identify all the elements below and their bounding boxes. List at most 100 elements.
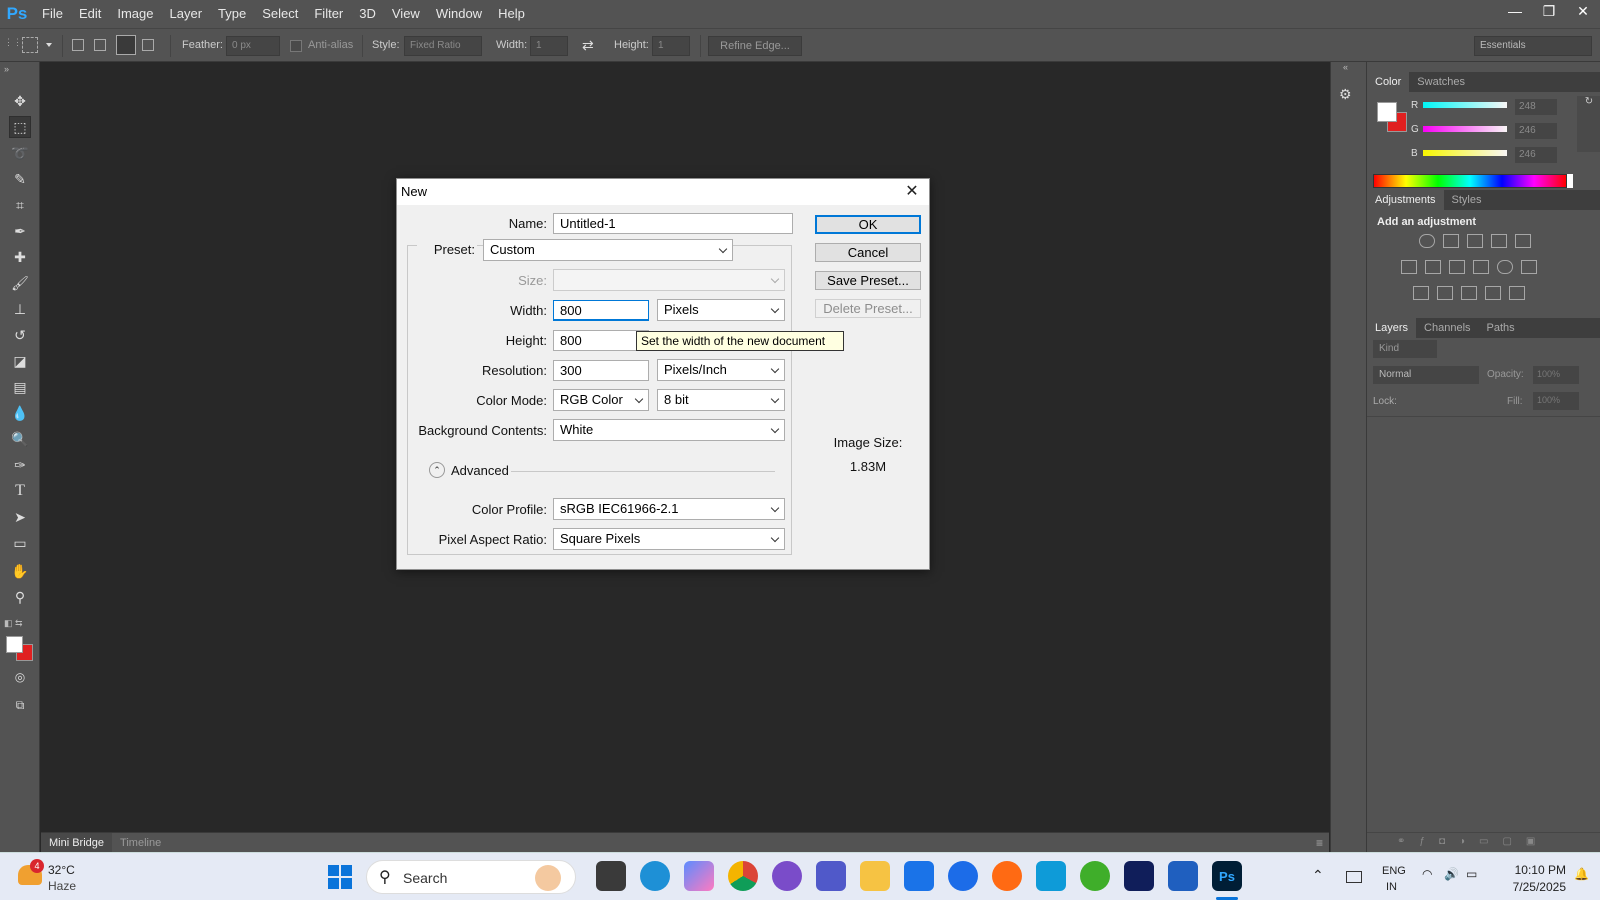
menu-type[interactable]: Type bbox=[210, 0, 254, 28]
antialias-checkbox[interactable] bbox=[290, 40, 302, 52]
threshold-icon[interactable] bbox=[1461, 286, 1477, 300]
tab-paths[interactable]: Paths bbox=[1479, 318, 1523, 338]
name-field[interactable]: Untitled-1 bbox=[553, 213, 793, 234]
exposure-icon[interactable] bbox=[1491, 234, 1507, 248]
layers-footer-icons[interactable]: ⚭ƒ◘◑▭▢▣ bbox=[1367, 832, 1600, 852]
menu-select[interactable]: Select bbox=[254, 0, 306, 28]
tab-channels[interactable]: Channels bbox=[1416, 318, 1478, 338]
zoom-tool-icon[interactable]: ⚲ bbox=[9, 586, 31, 608]
brush-tool-icon[interactable]: 🖌 bbox=[9, 272, 31, 294]
curves-icon[interactable] bbox=[1467, 234, 1483, 248]
language-primary[interactable]: ENG bbox=[1382, 865, 1406, 877]
height-input[interactable]: 1 bbox=[652, 36, 690, 56]
close-window-button[interactable]: ✕ bbox=[1566, 0, 1600, 22]
edge-icon[interactable] bbox=[640, 861, 670, 891]
feather-input[interactable]: 0 px bbox=[226, 36, 280, 56]
wifi-icon[interactable]: ◠ bbox=[1422, 867, 1432, 881]
facebook-app-icon[interactable] bbox=[1036, 861, 1066, 891]
start-button[interactable] bbox=[328, 865, 352, 889]
color-mode-select[interactable]: RGB Color bbox=[553, 389, 649, 411]
restore-button[interactable]: ❐ bbox=[1532, 0, 1566, 22]
white-ramp[interactable] bbox=[1567, 174, 1573, 188]
cancel-button[interactable]: Cancel bbox=[815, 243, 921, 262]
bit-depth-select[interactable]: 8 bit bbox=[657, 389, 785, 411]
g-value[interactable]: 246 bbox=[1515, 123, 1557, 139]
clock-date[interactable]: 7/25/2025 bbox=[1496, 880, 1566, 894]
gradient-map-icon[interactable] bbox=[1509, 286, 1525, 300]
resolution-field[interactable]: 300 bbox=[553, 360, 649, 381]
chevron-down-icon[interactable] bbox=[46, 43, 52, 47]
chrome-icon[interactable] bbox=[728, 861, 758, 891]
resolution-unit-select[interactable]: Pixels/Inch bbox=[657, 359, 785, 381]
crop-tool-icon[interactable]: ⌗ bbox=[9, 194, 31, 216]
lasso-tool-icon[interactable]: ➰ bbox=[9, 142, 31, 164]
app-icon[interactable] bbox=[1124, 861, 1154, 891]
taskbar-search[interactable]: ⚲ Search bbox=[366, 860, 576, 894]
tab-timeline[interactable]: Timeline bbox=[112, 833, 169, 853]
tab-adjustments[interactable]: Adjustments bbox=[1367, 190, 1444, 210]
gradient-tool-icon[interactable]: ▤ bbox=[9, 376, 31, 398]
dodge-tool-icon[interactable]: 🔍 bbox=[9, 428, 31, 450]
kind-filter-select[interactable]: Kind bbox=[1373, 340, 1437, 358]
language-secondary[interactable]: IN bbox=[1386, 881, 1397, 893]
clone-stamp-tool-icon[interactable]: ⊥ bbox=[9, 298, 31, 320]
black-white-icon[interactable] bbox=[1449, 260, 1465, 274]
quick-mask-icon[interactable]: ◎ bbox=[9, 666, 31, 688]
copilot-icon[interactable] bbox=[684, 861, 714, 891]
width-unit-select[interactable]: Pixels bbox=[657, 299, 785, 321]
close-icon[interactable]: ✕ bbox=[901, 181, 923, 203]
healing-brush-tool-icon[interactable]: ✚ bbox=[9, 246, 31, 268]
word-icon[interactable] bbox=[1168, 861, 1198, 891]
hue-saturation-icon[interactable] bbox=[1401, 260, 1417, 274]
width-field[interactable]: 800 bbox=[553, 300, 649, 321]
floating-panel-icon[interactable]: ↻ bbox=[1577, 96, 1600, 152]
photoshop-taskbar-icon[interactable]: Ps bbox=[1212, 861, 1242, 891]
screen-mode-icon[interactable]: ⧉ bbox=[9, 694, 31, 716]
levels-icon[interactable] bbox=[1443, 234, 1459, 248]
hand-tool-icon[interactable]: ✋ bbox=[9, 560, 31, 582]
foreground-color-swatch[interactable] bbox=[6, 636, 23, 653]
color-profile-select[interactable]: sRGB IEC61966-2.1 bbox=[553, 498, 785, 520]
subtract-selection-icon[interactable] bbox=[116, 35, 136, 55]
battery-icon[interactable]: ▭ bbox=[1466, 867, 1477, 881]
preset-select[interactable]: Custom bbox=[483, 239, 733, 261]
collapse-icon[interactable]: » bbox=[4, 64, 9, 74]
menu-view[interactable]: View bbox=[384, 0, 428, 28]
selective-color-icon[interactable] bbox=[1485, 286, 1501, 300]
default-colors-icon[interactable]: ◧ ⇆ bbox=[4, 618, 23, 629]
ok-button[interactable]: OK bbox=[815, 215, 921, 234]
tab-layers[interactable]: Layers bbox=[1367, 318, 1417, 338]
tab-color[interactable]: Color bbox=[1367, 72, 1410, 92]
brightness-icon[interactable] bbox=[1419, 234, 1435, 248]
channel-mixer-icon[interactable] bbox=[1497, 260, 1513, 274]
opacity-input[interactable]: 100% bbox=[1533, 366, 1579, 384]
browser-icon[interactable] bbox=[948, 861, 978, 891]
panel-menu-icon[interactable]: ≡ bbox=[1316, 836, 1329, 850]
vibrance-icon[interactable] bbox=[1515, 234, 1531, 248]
intersect-selection-icon[interactable] bbox=[142, 39, 154, 51]
vpn-icon[interactable] bbox=[772, 861, 802, 891]
teams-icon[interactable] bbox=[816, 861, 846, 891]
color-balance-icon[interactable] bbox=[1425, 260, 1441, 274]
r-value[interactable]: 248 bbox=[1515, 99, 1557, 115]
pixel-aspect-select[interactable]: Square Pixels bbox=[553, 528, 785, 550]
weather-desc[interactable]: Haze bbox=[48, 879, 76, 893]
blur-tool-icon[interactable]: 💧 bbox=[9, 402, 31, 424]
advanced-toggle-icon[interactable]: ⌃ bbox=[429, 462, 445, 478]
menu-image[interactable]: Image bbox=[109, 0, 161, 28]
type-tool-icon[interactable]: T bbox=[9, 480, 31, 502]
r-slider[interactable] bbox=[1423, 102, 1507, 108]
menu-help[interactable]: Help bbox=[490, 0, 533, 28]
color-lookup-icon[interactable] bbox=[1521, 260, 1537, 274]
volume-icon[interactable]: 🔊 bbox=[1444, 867, 1459, 881]
menu-edit[interactable]: Edit bbox=[71, 0, 109, 28]
history-panel-icon[interactable]: ⚙ bbox=[1339, 86, 1359, 106]
invert-icon[interactable] bbox=[1413, 286, 1429, 300]
menu-filter[interactable]: Filter bbox=[306, 0, 351, 28]
utorrent-icon[interactable] bbox=[1080, 861, 1110, 891]
background-select[interactable]: White bbox=[553, 419, 785, 441]
clock-time[interactable]: 10:10 PM bbox=[1496, 863, 1566, 877]
tray-device-icon[interactable] bbox=[1346, 871, 1362, 883]
save-preset-button[interactable]: Save Preset... bbox=[815, 271, 921, 290]
eyedropper-tool-icon[interactable]: ✒ bbox=[9, 220, 31, 242]
